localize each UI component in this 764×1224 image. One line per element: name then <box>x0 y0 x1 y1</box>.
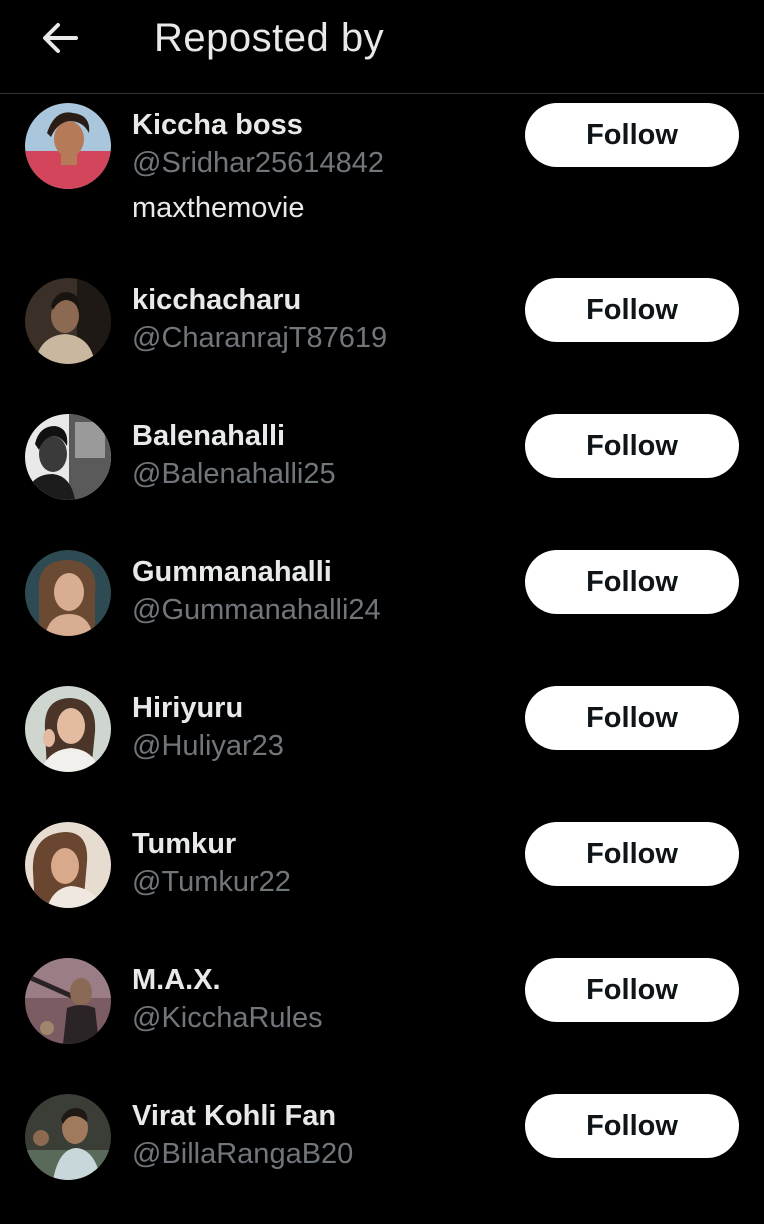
follow-button[interactable]: Follow <box>525 958 739 1022</box>
avatar[interactable] <box>25 822 111 908</box>
follow-button[interactable]: Follow <box>525 822 739 886</box>
follow-button[interactable]: Follow <box>525 278 739 342</box>
user-display-name[interactable]: Tumkur <box>132 828 236 861</box>
user-handle[interactable]: @Gummanahalli24 <box>132 594 381 627</box>
follow-button[interactable]: Follow <box>525 1094 739 1158</box>
user-handle[interactable]: @Balenahalli25 <box>132 458 336 491</box>
user-row[interactable]: Virat Kohli Fan @BillaRangaB20 Follow <box>0 1094 764 1224</box>
avatar[interactable] <box>25 550 111 636</box>
follow-button[interactable]: Follow <box>525 686 739 750</box>
user-display-name[interactable]: Balenahalli <box>132 420 285 453</box>
back-button[interactable] <box>36 18 84 58</box>
user-display-name[interactable]: Gummanahalli <box>132 556 332 589</box>
user-bio: maxthemovie <box>132 192 305 224</box>
avatar[interactable] <box>25 958 111 1044</box>
user-row[interactable]: Kiccha boss @Sridhar25614842 maxthemovie… <box>0 103 764 233</box>
user-handle[interactable]: @CharanrajT87619 <box>132 322 387 355</box>
user-display-name[interactable]: M.A.X. <box>132 964 221 997</box>
arrow-left-icon <box>43 23 78 53</box>
user-display-name[interactable]: Hiriyuru <box>132 692 243 725</box>
user-handle[interactable]: @KicchaRules <box>132 1002 323 1035</box>
avatar[interactable] <box>25 103 111 189</box>
user-row[interactable]: M.A.X. @KicchaRules Follow <box>0 958 764 1088</box>
user-handle[interactable]: @Tumkur22 <box>132 866 291 899</box>
user-handle[interactable]: @Sridhar25614842 <box>132 147 384 180</box>
user-display-name[interactable]: Virat Kohli Fan <box>132 1100 336 1133</box>
user-row[interactable]: Tumkur @Tumkur22 Follow <box>0 822 764 952</box>
user-row[interactable]: Gummanahalli @Gummanahalli24 Follow <box>0 550 764 680</box>
user-row[interactable]: Balenahalli @Balenahalli25 Follow <box>0 414 764 544</box>
user-display-name[interactable]: kicchacharu <box>132 284 301 317</box>
follow-button[interactable]: Follow <box>525 550 739 614</box>
user-row[interactable]: kicchacharu @CharanrajT87619 Follow <box>0 278 764 408</box>
page-title: Reposted by <box>154 16 385 60</box>
user-handle[interactable]: @BillaRangaB20 <box>132 1138 353 1171</box>
follow-button[interactable]: Follow <box>525 414 739 478</box>
user-handle[interactable]: @Huliyar23 <box>132 730 284 763</box>
avatar[interactable] <box>25 686 111 772</box>
top-app-bar: Reposted by <box>0 0 764 94</box>
user-row[interactable]: Hiriyuru @Huliyar23 Follow <box>0 686 764 816</box>
avatar[interactable] <box>25 414 111 500</box>
avatar[interactable] <box>25 278 111 364</box>
follow-button[interactable]: Follow <box>525 103 739 167</box>
user-display-name[interactable]: Kiccha boss <box>132 109 303 142</box>
avatar[interactable] <box>25 1094 111 1180</box>
